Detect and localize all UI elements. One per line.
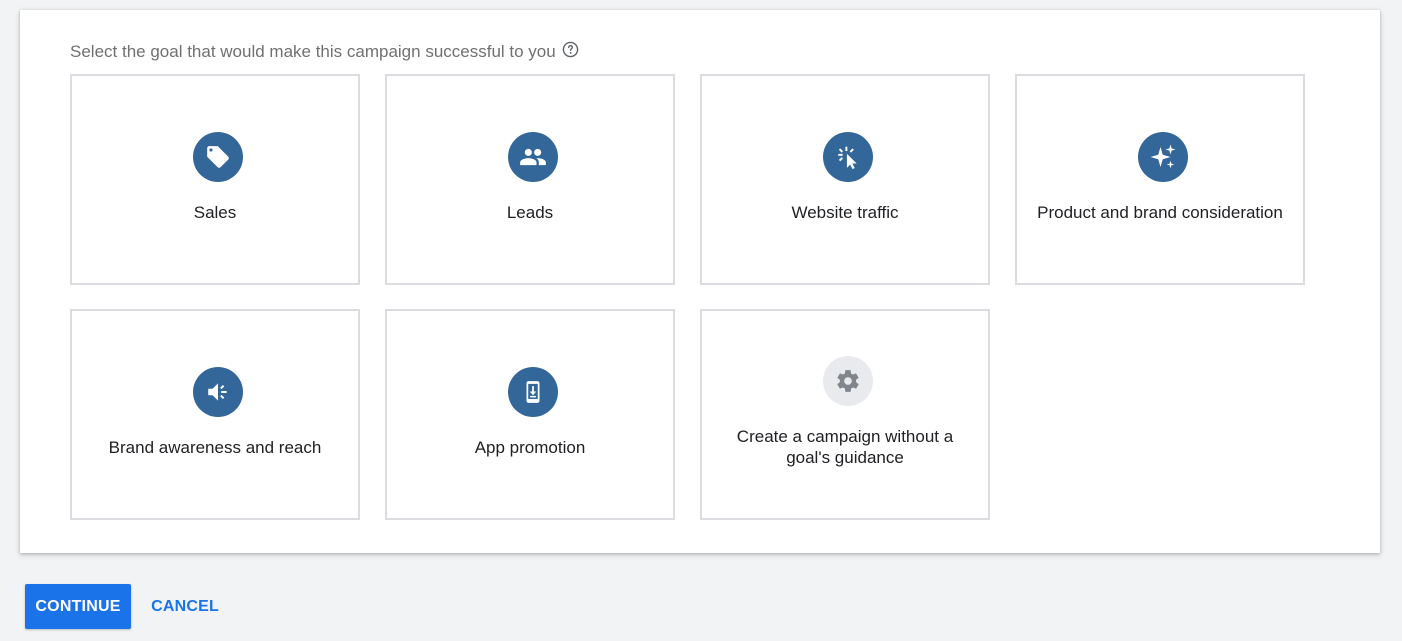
goal-selection-panel: Select the goal that would make this cam… bbox=[20, 10, 1380, 553]
goal-card-no-guidance[interactable]: Create a campaign without a goal's guida… bbox=[700, 309, 990, 520]
goal-prompt: Select the goal that would make this cam… bbox=[70, 41, 579, 62]
goal-card-brand-awareness-reach[interactable]: Brand awareness and reach bbox=[70, 309, 360, 520]
goal-card-leads[interactable]: Leads bbox=[385, 74, 675, 285]
speaker-icon bbox=[193, 367, 243, 417]
goal-card-label: Product and brand consideration bbox=[1037, 203, 1283, 222]
gear-icon bbox=[823, 356, 873, 406]
goal-card-label: Create a campaign without a goal's guida… bbox=[736, 427, 954, 467]
help-icon[interactable] bbox=[562, 41, 579, 58]
goal-prompt-text: Select the goal that would make this cam… bbox=[70, 42, 556, 61]
goal-card-label: App promotion bbox=[474, 438, 586, 457]
sparkle-icon bbox=[1138, 132, 1188, 182]
goal-card-product-brand-consideration[interactable]: Product and brand consideration bbox=[1015, 74, 1305, 285]
tag-icon bbox=[193, 132, 243, 182]
goal-card-label: Sales bbox=[193, 203, 237, 222]
goal-card-label: Website traffic bbox=[791, 203, 899, 222]
cancel-button[interactable]: CANCEL bbox=[140, 584, 230, 629]
cursor-click-icon bbox=[823, 132, 873, 182]
goal-card-label: Brand awareness and reach bbox=[108, 438, 322, 457]
goal-card-label: Leads bbox=[506, 203, 554, 222]
goal-card-sales[interactable]: Sales bbox=[70, 74, 360, 285]
continue-button[interactable]: CONTINUE bbox=[25, 584, 131, 629]
goal-card-app-promotion[interactable]: App promotion bbox=[385, 309, 675, 520]
people-icon bbox=[508, 132, 558, 182]
goal-card-website-traffic[interactable]: Website traffic bbox=[700, 74, 990, 285]
phone-download-icon bbox=[508, 367, 558, 417]
